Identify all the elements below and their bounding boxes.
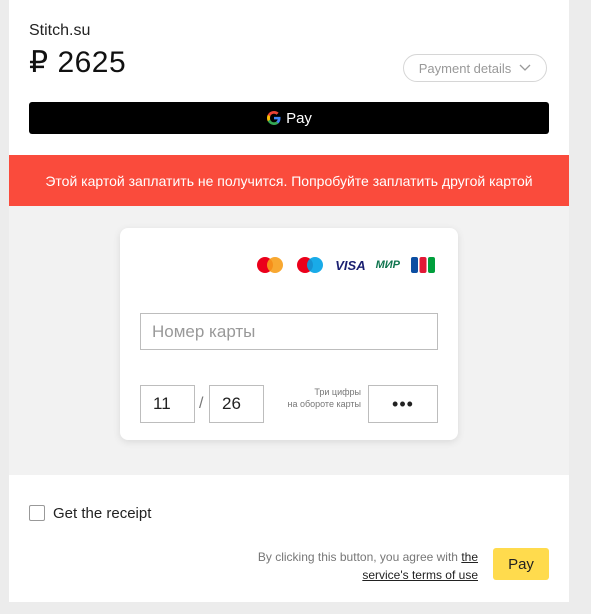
payment-details-label: Payment details	[418, 60, 512, 76]
google-g-icon	[267, 111, 281, 125]
jcb-icon	[411, 257, 435, 273]
terms-link[interactable]: service's terms of use	[362, 568, 478, 582]
receipt-label[interactable]: Get the receipt	[53, 505, 151, 522]
merchant-name: Stitch.su	[29, 22, 91, 39]
currency-symbol: ₽	[29, 46, 49, 79]
payment-amount: ₽ 2625	[29, 45, 126, 80]
visa-icon: VISA	[335, 257, 366, 273]
cvc-hint-line2: на обороте карты	[287, 399, 361, 409]
payment-widget: Stitch.su ₽ 2625 Payment details Pay Это…	[9, 0, 569, 602]
exp-month-input[interactable]: 11	[140, 385, 195, 423]
amount-value: 2625	[57, 46, 127, 79]
pay-button[interactable]: Pay	[493, 548, 549, 580]
chevron-down-icon	[519, 64, 531, 71]
terms-prefix: By clicking this button, you agree with	[257, 550, 458, 564]
terms-link-part1[interactable]: the	[461, 550, 478, 564]
receipt-checkbox[interactable]	[29, 505, 45, 521]
payment-details-button[interactable]: Payment details	[403, 54, 547, 82]
exp-separator: /	[199, 395, 204, 412]
card-number-input[interactable]: Номер карты	[140, 313, 438, 350]
maestro-icon	[297, 257, 324, 273]
exp-year-input[interactable]: 26	[209, 385, 264, 423]
mastercard-icon	[257, 257, 284, 273]
card-form: VISA МИР Номер карты 11 / 26 Три цифры н…	[120, 228, 458, 440]
card-logos: VISA МИР	[255, 256, 436, 274]
google-pay-label: Pay	[286, 109, 312, 127]
terms-text: By clicking this button, you agree with …	[209, 548, 478, 584]
card-form-area: VISA МИР Номер карты 11 / 26 Три цифры н…	[9, 206, 569, 475]
cvc-hint: Три цифры на обороте карты	[269, 386, 361, 410]
cvc-input[interactable]: •••	[368, 385, 438, 423]
error-banner: Этой картой заплатить не получится. Попр…	[9, 155, 569, 206]
cvc-hint-line1: Три цифры	[314, 387, 361, 397]
mir-icon: МИР	[375, 259, 400, 271]
google-pay-button[interactable]: Pay	[29, 102, 549, 134]
